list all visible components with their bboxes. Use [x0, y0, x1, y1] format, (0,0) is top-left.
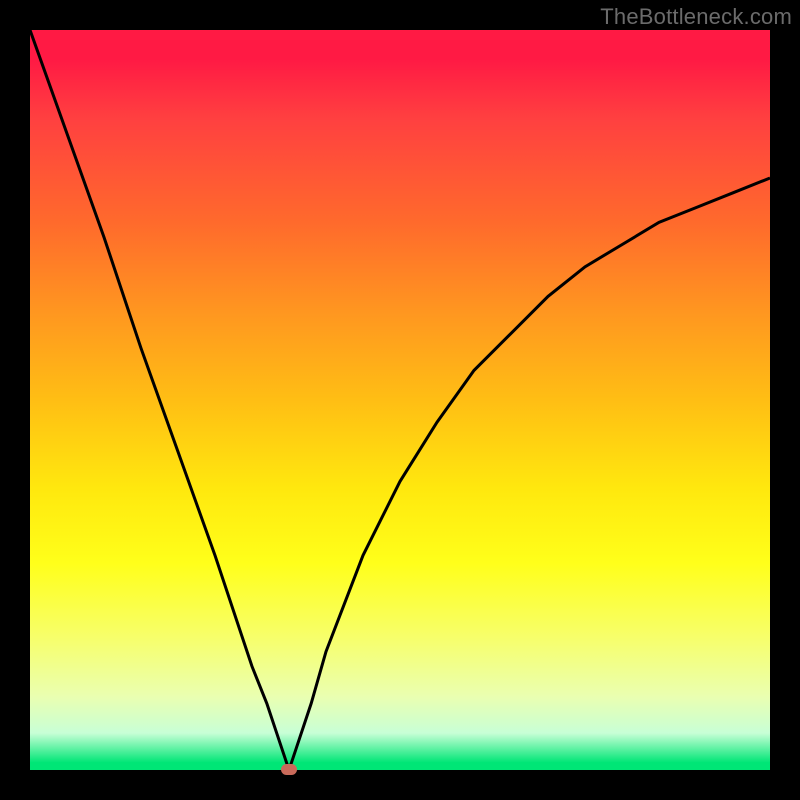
watermark: TheBottleneck.com — [600, 4, 792, 30]
curve-path — [30, 30, 770, 770]
chart-frame: TheBottleneck.com — [0, 0, 800, 800]
bottleneck-curve — [30, 30, 770, 770]
optimal-marker — [281, 764, 297, 775]
